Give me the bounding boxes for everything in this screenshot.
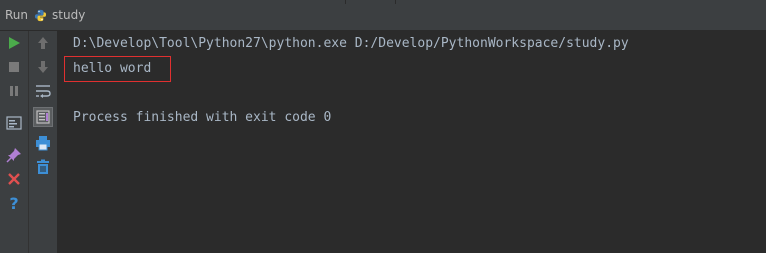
pause-button[interactable] (4, 81, 24, 101)
trash-icon (37, 159, 49, 174)
scroll-to-end-button[interactable] (33, 107, 53, 127)
up-arrow-icon (38, 37, 48, 49)
svg-text:?: ? (9, 195, 18, 211)
dump-threads-button[interactable] (4, 113, 24, 133)
up-stack-trace-button[interactable] (33, 33, 53, 53)
print-icon (36, 136, 50, 151)
console-actions-toolbar (29, 31, 58, 253)
scroll-to-end-icon (36, 110, 50, 124)
console-output-line: hello word (73, 61, 152, 76)
pause-icon (10, 86, 18, 96)
run-tool-window-header: Run study (0, 0, 766, 31)
rerun-button[interactable] (4, 33, 24, 53)
run-actions-toolbar: ? (0, 31, 29, 253)
soft-wrap-icon (36, 85, 51, 98)
run-label: Run (5, 8, 29, 22)
help-button[interactable]: ? (4, 193, 24, 213)
pin-icon (6, 148, 21, 163)
print-button[interactable] (33, 133, 53, 153)
header-divider (395, 0, 396, 4)
clear-all-button[interactable] (33, 157, 53, 177)
console-command-line: D:\Develop\Tool\Python27\python.exe D:/D… (73, 36, 629, 51)
console-output[interactable]: D:\Develop\Tool\Python27\python.exe D:/D… (58, 31, 766, 253)
close-icon (8, 173, 20, 185)
run-configuration-tab[interactable]: study (52, 8, 85, 22)
soft-wrap-button[interactable] (33, 81, 53, 101)
run-icon (9, 37, 20, 49)
close-button[interactable] (4, 169, 24, 189)
help-icon: ? (9, 195, 18, 211)
down-stack-trace-button[interactable] (33, 57, 53, 77)
stop-icon (9, 62, 19, 72)
pin-tab-button[interactable] (4, 145, 24, 165)
stop-button[interactable] (4, 57, 24, 77)
python-icon (34, 9, 47, 21)
console-exit-message: Process finished with exit code 0 (73, 110, 332, 125)
down-arrow-icon (38, 61, 48, 73)
header-divider (345, 0, 346, 4)
dump-threads-icon (6, 116, 22, 130)
